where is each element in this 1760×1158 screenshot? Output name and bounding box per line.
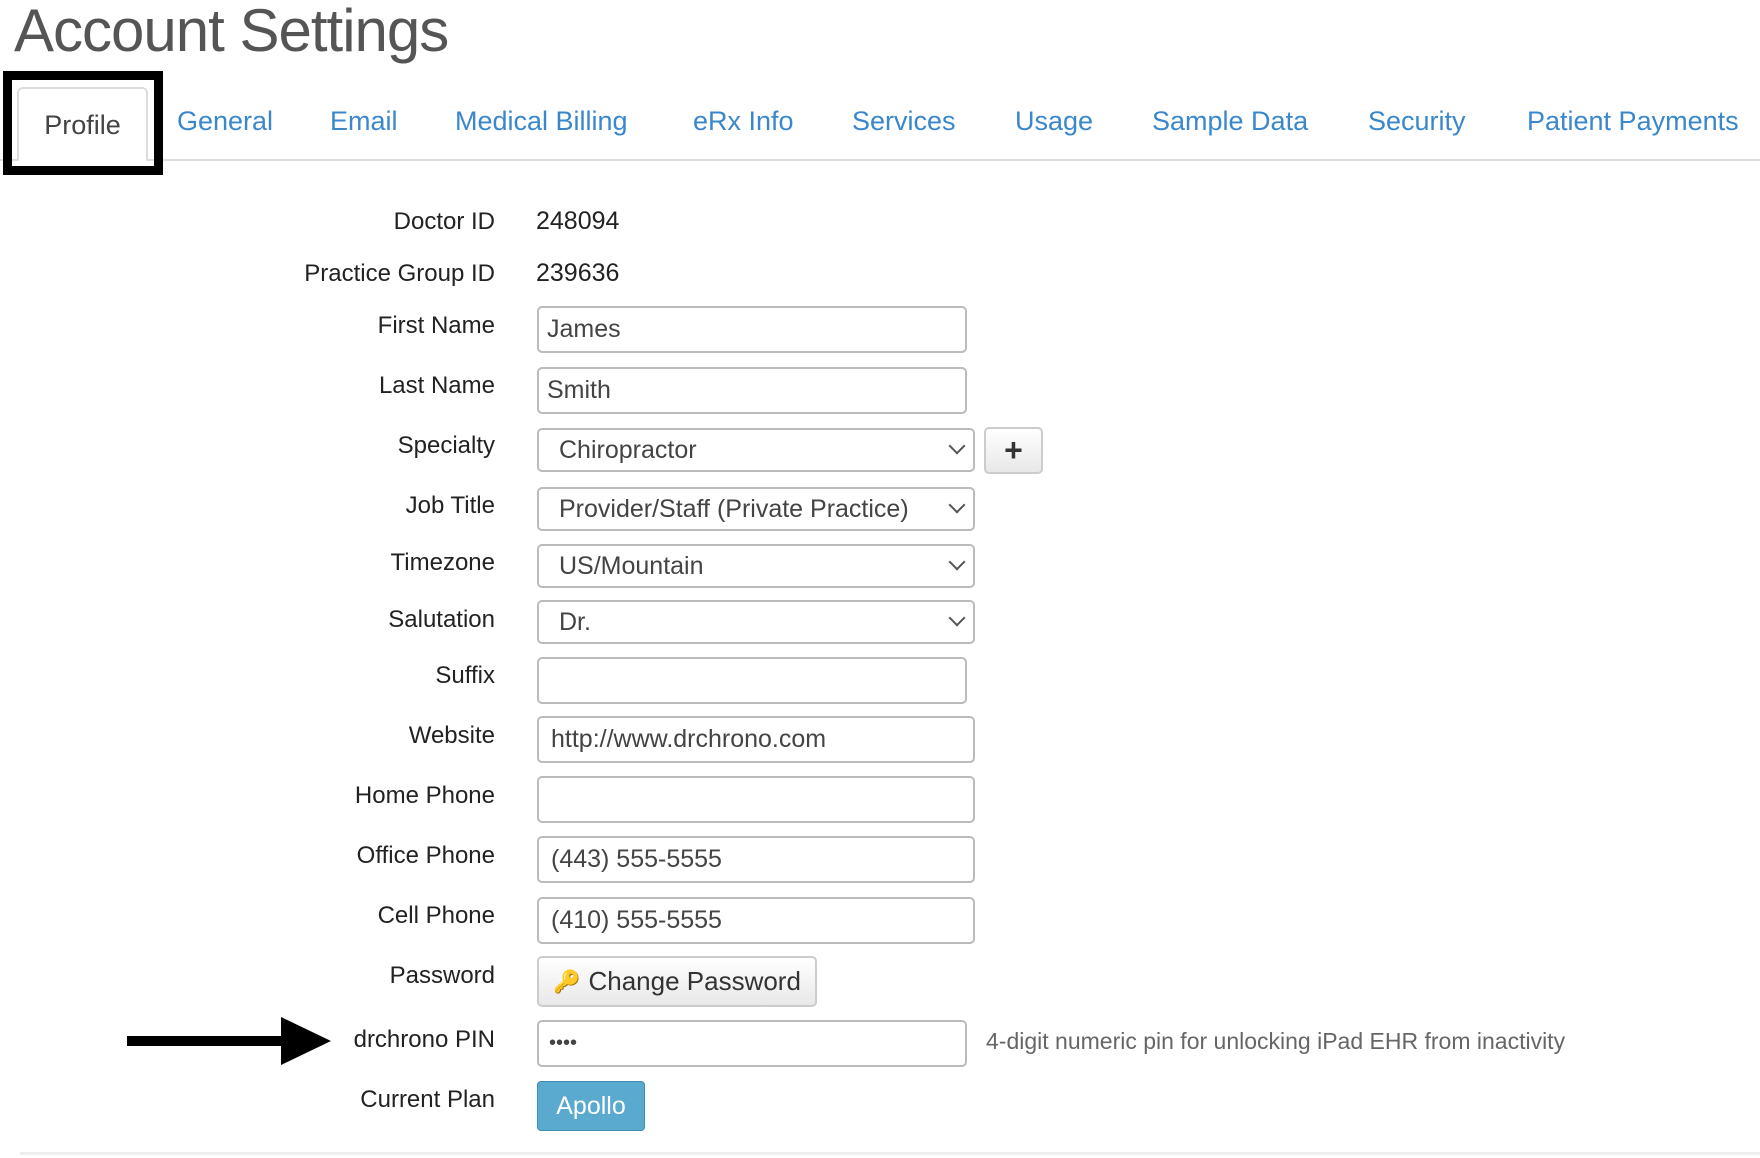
tab-services[interactable]: Services	[852, 106, 956, 137]
pin-input[interactable]: ••••	[537, 1020, 967, 1067]
chevron-down-icon	[948, 553, 966, 571]
plus-icon: +	[1004, 432, 1023, 468]
key-icon: 🔑	[553, 968, 581, 994]
specialty-label: Specialty	[397, 432, 495, 459]
practice-group-id-label: Practice Group ID	[304, 260, 495, 287]
specialty-value: Chiropractor	[559, 436, 697, 464]
suffix-label: Suffix	[435, 662, 495, 689]
doctor-id-value: 248094	[536, 207, 620, 235]
pin-label: drchrono PIN	[353, 1026, 495, 1053]
tab-security[interactable]: Security	[1368, 106, 1466, 137]
salutation-label: Salutation	[388, 606, 495, 633]
plan-badge-button[interactable]: Apollo	[537, 1081, 645, 1131]
home-phone-label: Home Phone	[354, 782, 495, 809]
tab-medical-billing[interactable]: Medical Billing	[455, 106, 628, 137]
chevron-down-icon	[948, 609, 966, 627]
cell-phone-input[interactable]: (410) 555-5555	[537, 897, 975, 944]
timezone-select[interactable]: US/Mountain	[537, 544, 975, 588]
tab-bar-divider	[0, 159, 1760, 161]
website-label: Website	[408, 722, 495, 749]
last-name-label: Last Name	[378, 372, 495, 399]
home-phone-input[interactable]	[537, 776, 975, 823]
tab-sample-data[interactable]: Sample Data	[1152, 106, 1308, 137]
tab-general[interactable]: General	[177, 106, 273, 137]
add-specialty-button[interactable]: +	[984, 427, 1043, 474]
first-name-input[interactable]: James	[537, 306, 967, 353]
change-password-button[interactable]: 🔑 Change Password	[537, 956, 817, 1007]
doctor-id-label: Doctor ID	[393, 208, 495, 235]
chevron-down-icon	[948, 496, 966, 514]
practice-group-id-value: 239636	[536, 259, 620, 287]
office-phone-label: Office Phone	[356, 842, 495, 869]
job-title-select[interactable]: Provider/Staff (Private Practice)	[537, 487, 975, 531]
arrow-annotation-icon	[127, 1017, 331, 1065]
last-name-input[interactable]: Smith	[537, 367, 967, 414]
current-plan-label: Current Plan	[360, 1086, 495, 1113]
timezone-value: US/Mountain	[559, 552, 704, 580]
tab-usage[interactable]: Usage	[1015, 106, 1093, 137]
job-title-value: Provider/Staff (Private Practice)	[559, 495, 909, 523]
office-phone-input[interactable]: (443) 555-5555	[537, 836, 975, 883]
tab-email[interactable]: Email	[330, 106, 398, 137]
specialty-select[interactable]: Chiropractor	[537, 428, 975, 472]
job-title-label: Job Title	[405, 492, 495, 519]
suffix-input[interactable]	[537, 657, 967, 704]
tab-erx-info[interactable]: eRx Info	[693, 106, 794, 137]
change-password-label: Change Password	[588, 966, 801, 996]
page-title: Account Settings	[14, 0, 449, 64]
chevron-down-icon	[948, 437, 966, 455]
tab-patient-payments[interactable]: Patient Payments	[1527, 106, 1739, 137]
highlight-box	[3, 71, 163, 175]
salutation-select[interactable]: Dr.	[537, 600, 975, 644]
website-input[interactable]: http://www.drchrono.com	[537, 716, 975, 763]
first-name-label: First Name	[377, 312, 495, 339]
bottom-divider	[20, 1152, 1760, 1155]
password-label: Password	[389, 962, 495, 989]
timezone-label: Timezone	[390, 549, 495, 576]
cell-phone-label: Cell Phone	[377, 902, 495, 929]
pin-help-text: 4-digit numeric pin for unlocking iPad E…	[986, 1028, 1566, 1054]
salutation-value: Dr.	[559, 608, 591, 636]
